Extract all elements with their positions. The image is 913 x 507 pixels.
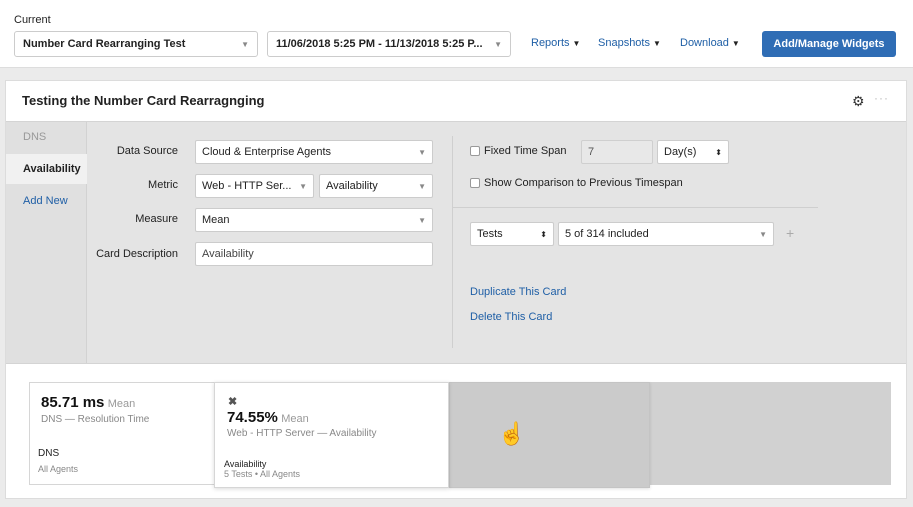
- filter-value-select[interactable]: 5 of 314 included ▼: [558, 222, 774, 246]
- show-comparison-label: Show Comparison to Previous Timespan: [484, 177, 683, 189]
- card-subtitle: DNS — Resolution Time: [41, 414, 150, 425]
- data-source-value: Cloud & Enterprise Agents: [202, 146, 332, 158]
- show-comparison-row[interactable]: Show Comparison to Previous Timespan: [470, 177, 683, 189]
- number-card-dns[interactable]: 85.71 ms Mean DNS — Resolution Time DNS …: [29, 382, 215, 485]
- widget-panel: Testing the Number Card Rearragnging ⚙ ·…: [5, 80, 907, 499]
- measure-label: Measure: [135, 213, 178, 225]
- card-list: DNS Availability Add New: [6, 122, 87, 363]
- current-label: Current: [14, 14, 51, 26]
- card-name: DNS: [38, 448, 60, 459]
- time-span-unit-value: Day(s): [664, 146, 697, 158]
- horizontal-divider: [452, 207, 818, 208]
- card-description-label: Card Description: [96, 248, 178, 260]
- chevron-down-icon: ▼: [494, 39, 502, 49]
- card-editor: DNS Availability Add New Data Source Clo…: [6, 121, 906, 364]
- card-description-input[interactable]: Availability: [195, 242, 433, 266]
- drop-target: ☝: [449, 382, 650, 488]
- card-value-row: 85.71 ms Mean: [41, 394, 135, 411]
- card-detail: 5 Tests • All Agents: [224, 469, 301, 479]
- card-value: 85.71 ms: [41, 394, 105, 411]
- show-comparison-checkbox[interactable]: [470, 178, 480, 188]
- card-unit: Mean: [107, 398, 136, 410]
- card-unit: Mean: [281, 413, 309, 425]
- reports-menu[interactable]: Reports ▼: [531, 37, 580, 49]
- chevron-down-icon: ▼: [418, 147, 426, 157]
- widget-title: Testing the Number Card Rearragnging: [22, 93, 265, 108]
- card-value: 74.55%: [227, 409, 278, 426]
- number-cards-row: 85.71 ms Mean DNS — Resolution Time DNS …: [29, 382, 891, 488]
- card-subtitle: Web - HTTP Server — Availability: [227, 428, 377, 439]
- snapshots-menu[interactable]: Snapshots ▼: [598, 37, 661, 49]
- date-range-value: 11/06/2018 5:25 PM - 11/13/2018 5:25 P..…: [276, 38, 483, 50]
- add-manage-widgets-button[interactable]: Add/Manage Widgets: [762, 31, 896, 57]
- metric-label: Metric: [148, 179, 178, 191]
- metric-type-select[interactable]: Availability ▼: [319, 174, 433, 198]
- card-tab-dns[interactable]: DNS: [6, 122, 87, 152]
- add-filter-icon[interactable]: +: [786, 225, 794, 241]
- chevron-down-icon: ▼: [418, 181, 426, 191]
- updown-icon: ⬍: [715, 147, 722, 157]
- card-detail: All Agents: [38, 464, 79, 474]
- fixed-time-span-checkbox[interactable]: [470, 146, 480, 156]
- time-span-unit-select[interactable]: Day(s) ⬍: [657, 140, 729, 164]
- gear-icon[interactable]: ⚙: [852, 93, 865, 110]
- card-name: Availability: [224, 459, 267, 469]
- snapshots-menu-label: Snapshots: [598, 37, 650, 49]
- caret-down-icon: ▼: [652, 38, 661, 48]
- date-range-select[interactable]: 11/06/2018 5:25 PM - 11/13/2018 5:25 P..…: [267, 31, 511, 57]
- chevron-down-icon: ▼: [241, 39, 249, 49]
- filter-type-select[interactable]: Tests ⬍: [470, 222, 554, 246]
- reports-menu-label: Reports: [531, 37, 570, 49]
- card-value-row: 74.55% Mean: [227, 409, 309, 426]
- filter-type-value: Tests: [477, 228, 503, 240]
- close-icon[interactable]: ✖: [228, 395, 237, 408]
- metric-test-select[interactable]: Web - HTTP Ser... ▼: [195, 174, 314, 198]
- add-new-card-link[interactable]: Add New: [6, 186, 87, 216]
- data-source-label: Data Source: [116, 145, 178, 157]
- chevron-down-icon: ▼: [759, 229, 767, 239]
- chevron-down-icon: ▼: [299, 181, 307, 191]
- download-menu-label: Download: [680, 37, 729, 49]
- top-bar: Current Number Card Rearranging Test ▼ 1…: [0, 0, 913, 68]
- delete-card-link[interactable]: Delete This Card: [470, 311, 552, 323]
- metric-test-value: Web - HTTP Ser...: [202, 180, 292, 192]
- measure-value: Mean: [202, 214, 230, 226]
- time-span-value-input[interactable]: 7: [581, 140, 653, 164]
- filter-value: 5 of 314 included: [565, 228, 649, 240]
- fixed-time-span-row[interactable]: Fixed Time Span: [470, 145, 567, 157]
- dashboard-select[interactable]: Number Card Rearranging Test ▼: [14, 31, 258, 57]
- fixed-time-span-label: Fixed Time Span: [484, 145, 567, 157]
- more-icon[interactable]: ···: [874, 91, 889, 105]
- metric-type-value: Availability: [326, 180, 378, 192]
- chevron-down-icon: ▼: [418, 215, 426, 225]
- hand-cursor-icon: ☝: [498, 421, 526, 446]
- vertical-divider: [452, 136, 453, 348]
- data-source-select[interactable]: Cloud & Enterprise Agents ▼: [195, 140, 433, 164]
- download-menu[interactable]: Download ▼: [680, 37, 740, 49]
- caret-down-icon: ▼: [731, 38, 740, 48]
- updown-icon: ⬍: [540, 229, 547, 239]
- card-tab-availability[interactable]: Availability: [6, 154, 87, 184]
- duplicate-card-link[interactable]: Duplicate This Card: [470, 286, 566, 298]
- measure-select[interactable]: Mean ▼: [195, 208, 433, 232]
- number-card-availability[interactable]: ✖ 74.55% Mean Web - HTTP Server — Availa…: [214, 382, 449, 488]
- caret-down-icon: ▼: [572, 38, 581, 48]
- dashboard-select-value: Number Card Rearranging Test: [23, 38, 186, 50]
